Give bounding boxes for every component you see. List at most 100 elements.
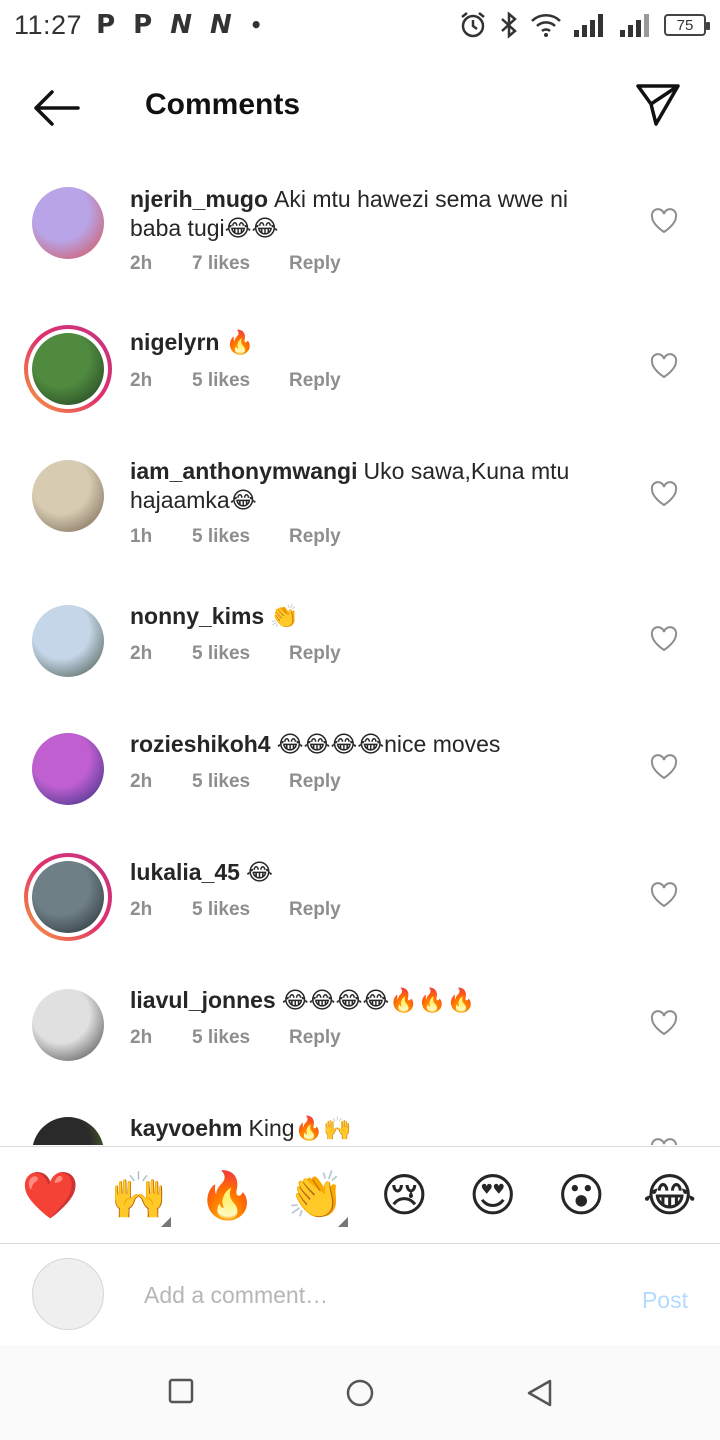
status-right: 75 [458,10,710,40]
like-heart-icon[interactable] [650,481,678,507]
avatar[interactable] [32,460,104,532]
comment-time: 2h [130,253,153,274]
variant-indicator-icon [337,1217,348,1227]
direct-message-icon[interactable] [634,80,682,128]
avatar[interactable] [32,187,104,259]
notification-icon-1: P [96,10,116,40]
avatar[interactable] [32,733,104,805]
notification-icons: P P N N • [96,10,262,40]
heart-eyes-emoji-glyph: 😍 [468,1168,517,1222]
comment-text: njerih_mugo Aki mtu hawezi sema wwe ni ba… [130,185,620,243]
emoji-quick-bar: ❤️ 🙌 🔥 👏 😢 😍 😮 😂 [0,1146,720,1244]
post-button[interactable]: Post [642,1287,688,1314]
comment-username[interactable]: njerih_mugo [130,186,268,212]
battery-icon: 75 [664,14,710,36]
comment-likes[interactable]: 5 likes [192,1027,289,1049]
tears-of-joy-emoji-glyph: 😂 [642,1168,697,1222]
alarm-icon [461,12,485,38]
reply-button[interactable]: Reply [289,643,341,665]
reply-button[interactable]: Reply [289,1027,341,1049]
avatar-story-ring[interactable] [24,325,112,413]
comment-input[interactable] [144,1275,584,1315]
comment-meta: 2h 5 likes Reply [130,370,341,392]
comment-username[interactable]: lukalia_45 [130,859,240,885]
notification-icon-4: N [209,10,232,40]
signal-icon-2 [620,14,649,37]
notification-icon-2: P [133,10,153,40]
like-heart-icon[interactable] [650,1010,678,1036]
comment-text: iam_anthonymwangi Uko sawa,Kuna mtu hajaa… [130,457,620,515]
comment-content: 😂😂😂😂🔥🔥🔥 [281,987,476,1013]
raised-hands-emoji[interactable]: 🙌 [99,1165,179,1227]
comments-list[interactable]: njerih_mugo Aki mtu hawezi sema wwe ni ba… [0,160,720,1145]
avatar-story-ring[interactable] [24,853,112,941]
comment-likes[interactable]: 5 likes [192,899,289,921]
clapping-emoji-glyph: 👏 [287,1168,345,1222]
comment-username[interactable]: nigelyrn [130,329,219,355]
recent-apps-icon[interactable] [168,1378,194,1404]
comment-meta: 2h 5 likes Reply [130,771,341,793]
heart-emoji-glyph: ❤️ [21,1168,79,1222]
comment-likes[interactable]: 5 likes [192,370,289,392]
home-icon[interactable] [345,1378,375,1408]
comment-likes[interactable]: 5 likes [192,771,289,793]
comment-meta: 2h 7 likes Reply [130,253,341,275]
comment-text: rozieshikoh4 😂😂😂😂nice moves [130,730,620,759]
reply-button[interactable]: Reply [289,899,341,921]
surprised-face-emoji-glyph: 😮 [557,1168,606,1222]
notification-icon-3: N [170,10,192,40]
comment-username[interactable]: kayvoehm [130,1115,243,1141]
crying-face-emoji[interactable]: 😢 [364,1165,444,1225]
avatar [32,333,104,405]
reply-button[interactable]: Reply [289,526,341,548]
like-heart-icon[interactable] [650,626,678,652]
like-heart-icon[interactable] [650,882,678,908]
status-bar: 11:27 P P N N • 75 [0,0,720,50]
clapping-emoji[interactable]: 👏 [276,1165,356,1227]
tears-of-joy-emoji[interactable]: 😂 [630,1165,710,1225]
comment-input-row: Post [0,1245,720,1345]
surprised-face-emoji[interactable]: 😮 [541,1165,621,1225]
reply-button[interactable]: Reply [289,253,341,275]
like-heart-icon[interactable] [650,1138,678,1145]
heart-eyes-emoji[interactable]: 😍 [453,1165,533,1225]
comment-likes[interactable]: 5 likes [192,526,289,548]
comment-content: King🔥🙌 [248,1115,352,1141]
page-title: Comments [145,88,301,121]
heart-emoji[interactable]: ❤️ [10,1165,90,1225]
avatar[interactable] [32,605,104,677]
comment-likes[interactable]: 5 likes [192,643,289,665]
comment-time: 2h [130,643,153,664]
reply-button[interactable]: Reply [289,370,341,392]
comment-content: 😂😂😂😂nice moves [276,731,501,757]
comment-time: 2h [130,1027,153,1048]
back-nav-icon[interactable] [525,1378,553,1408]
signal-icon-1 [574,14,603,37]
android-nav-bar [0,1345,720,1440]
comment-time: 1h [130,526,153,547]
comment-username[interactable]: rozieshikoh4 [130,731,271,757]
status-time: 11:27 [14,9,83,40]
fire-emoji[interactable]: 🔥 [187,1165,267,1225]
comment-meta: 2h 5 likes Reply [130,643,341,665]
like-heart-icon[interactable] [650,754,678,780]
header: Comments [0,60,720,156]
like-heart-icon[interactable] [650,353,678,379]
raised-hands-emoji-glyph: 🙌 [110,1168,168,1222]
comment-time: 2h [130,899,153,920]
comment-username[interactable]: nonny_kims [130,603,264,629]
comment-username[interactable]: iam_anthonymwangi [130,458,357,484]
avatar [32,861,104,933]
reply-button[interactable]: Reply [289,771,341,793]
fire-emoji-glyph: 🔥 [198,1168,256,1222]
like-heart-icon[interactable] [650,208,678,234]
bluetooth-icon [501,11,517,39]
comment-likes[interactable]: 7 likes [192,253,289,275]
comment-meta: 2h 5 likes Reply [130,899,341,921]
avatar[interactable] [32,989,104,1061]
avatar[interactable] [32,1117,104,1145]
comment-text: lukalia_45 😂 [130,858,620,887]
comment-username[interactable]: liavul_jonnes [130,987,276,1013]
comment-time: 2h [130,370,153,391]
back-arrow-icon[interactable] [30,84,82,132]
